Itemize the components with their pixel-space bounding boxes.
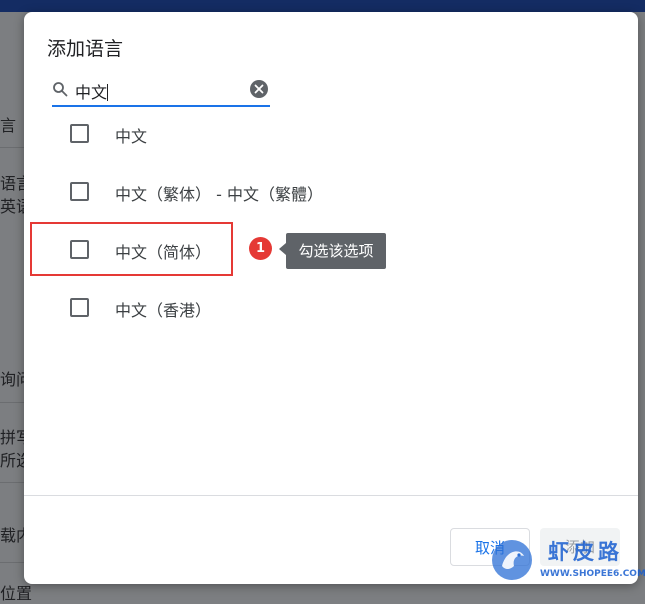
language-option[interactable]: 中文（繁体） - 中文（繁體） [70,177,490,207]
clear-icon [254,84,264,94]
checkbox[interactable] [70,124,89,143]
language-option[interactable]: 中文 [70,119,490,149]
checkbox[interactable] [70,298,89,317]
language-option-label: 中文（香港） [115,301,212,320]
clear-search-button[interactable] [250,80,268,98]
annotation-step-badge: 1 [249,237,272,260]
annotation-highlight-box [30,222,233,276]
cancel-button[interactable]: 取消 [450,528,530,566]
search-box[interactable]: 中文 [52,76,270,107]
add-language-dialog: 添加语言 中文 中文 中文（繁体） - 中文（繁體） 中文（简体） 中文（香港）… [24,12,638,584]
language-option-label: 中文（繁体） - 中文（繁體） [115,185,323,204]
text-caret [107,84,109,101]
background-snippet: 位置 [0,584,33,603]
footer-divider [24,495,638,496]
tooltip-arrow [279,243,286,255]
annotation-tooltip: 勾选该选项 [286,233,386,269]
search-input[interactable]: 中文 [75,79,109,103]
language-option-label: 中文 [115,127,148,146]
add-button[interactable]: 添加 [540,528,620,566]
checkbox[interactable] [70,182,89,201]
background-snippet: 言 [0,116,17,135]
top-bar [0,0,645,12]
language-option[interactable]: 中文（香港） [70,293,490,323]
dialog-title: 添加语言 [47,38,124,60]
search-icon [53,82,68,97]
